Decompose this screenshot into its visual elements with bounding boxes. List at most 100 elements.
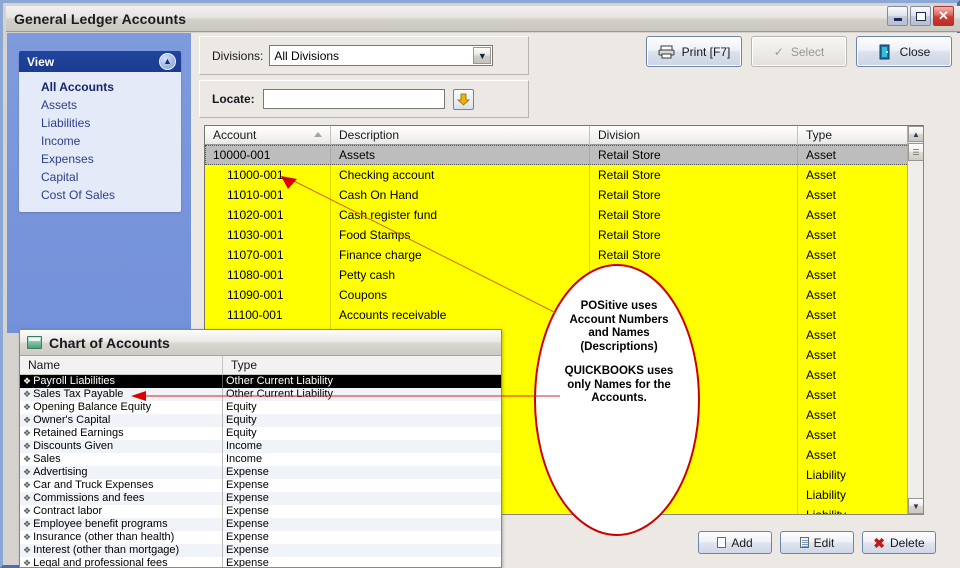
list-item[interactable]: ❖ Advertising Expense bbox=[20, 466, 501, 479]
coa-cell-name: ❖ Legal and professional fees bbox=[20, 557, 223, 567]
list-item[interactable]: ❖ Insurance (other than health) Expense bbox=[20, 531, 501, 544]
diamond-bullet-icon: ❖ bbox=[23, 376, 32, 386]
cell-description: Checking account bbox=[331, 165, 590, 185]
table-row[interactable]: 11020-001 Cash register fund Retail Store A… bbox=[205, 205, 923, 225]
list-item[interactable]: ❖ Car and Truck Expenses Expense bbox=[20, 479, 501, 492]
list-item[interactable]: ❖ Sales Tax Payable Other Current Liabilit… bbox=[20, 388, 501, 401]
exit-door-icon bbox=[879, 44, 890, 59]
divisions-bar: Divisions: All Divisions ▼ bbox=[199, 36, 529, 75]
list-item[interactable]: ❖ Retained Earnings Equity bbox=[20, 427, 501, 440]
list-item[interactable]: ❖ Discounts Given Income bbox=[20, 440, 501, 453]
list-item[interactable]: ❖ Owner's Capital Equity bbox=[20, 414, 501, 427]
coa-header-row: Name Type bbox=[20, 355, 501, 375]
locate-input[interactable] bbox=[262, 89, 445, 109]
delete-button[interactable]: ✖ Delete bbox=[862, 531, 936, 554]
table-row[interactable]: 11080-001 Petty cash Asset bbox=[205, 265, 923, 285]
sidebar-item-all-accounts[interactable]: All Accounts bbox=[19, 78, 181, 96]
scroll-down-button[interactable]: ▼ bbox=[908, 498, 923, 514]
list-item[interactable]: ❖ Employee benefit programs Expense bbox=[20, 518, 501, 531]
check-icon: ✓ bbox=[773, 44, 784, 59]
cell-division bbox=[590, 505, 798, 514]
coa-column-header-name[interactable]: Name bbox=[20, 355, 223, 375]
list-item[interactable]: ❖ Sales Income bbox=[20, 453, 501, 466]
close-button-label: Close bbox=[899, 44, 931, 59]
sidebar-item-cost-of-sales[interactable]: Cost Of Sales bbox=[19, 186, 181, 204]
add-button[interactable]: Add bbox=[698, 531, 772, 554]
sidebar-item-expenses[interactable]: Expenses bbox=[19, 150, 181, 168]
divisions-selected-value: All Divisions bbox=[274, 48, 340, 63]
sidebar-item-capital[interactable]: Capital bbox=[19, 168, 181, 186]
cell-description: Cash On Hand bbox=[331, 185, 590, 205]
select-button-label: Select bbox=[790, 44, 825, 59]
cell-division: Retail Store bbox=[590, 165, 798, 185]
cell-description: Assets bbox=[331, 145, 590, 165]
locate-go-button[interactable] bbox=[452, 88, 474, 110]
close-button[interactable]: Close bbox=[856, 36, 952, 67]
coa-cell-type: Income bbox=[226, 440, 263, 452]
diamond-bullet-icon: ❖ bbox=[23, 389, 32, 399]
cell-description: Food Stamps bbox=[331, 225, 590, 245]
list-item[interactable]: ❖ Contract labor Expense bbox=[20, 505, 501, 518]
scrollbar-thumb[interactable]: ☰ bbox=[908, 143, 923, 161]
cell-description: Cash register fund bbox=[331, 205, 590, 225]
list-item[interactable]: ❖ Legal and professional fees Expense bbox=[20, 557, 501, 568]
column-header-type[interactable]: Type bbox=[798, 126, 910, 145]
table-row[interactable]: 10000-001 Assets Retail Store Asset bbox=[205, 145, 923, 165]
coa-cell-type: Equity bbox=[226, 427, 257, 439]
divisions-dropdown[interactable]: All Divisions ▼ bbox=[269, 45, 494, 66]
callout-p2-l3: Accounts. bbox=[591, 392, 647, 405]
minimize-button[interactable] bbox=[887, 6, 908, 26]
coa-column-header-type[interactable]: Type bbox=[223, 356, 501, 375]
cell-description: Petty cash bbox=[331, 265, 590, 285]
scroll-up-button[interactable]: ▲ bbox=[908, 126, 923, 142]
cell-type: Asset bbox=[806, 308, 837, 322]
list-item[interactable]: ❖ Interest (other than mortgage) Expense bbox=[20, 544, 501, 557]
maximize-button[interactable] bbox=[910, 6, 931, 26]
cell-division: Retail Store bbox=[590, 205, 798, 225]
window-title: General Ledger Accounts bbox=[14, 10, 187, 27]
title-bar: General Ledger Accounts bbox=[6, 6, 960, 32]
record-action-buttons: Add Edit ✖ Delete bbox=[698, 531, 936, 554]
cell-type: Asset bbox=[806, 168, 837, 182]
coa-cell-name: ❖ Interest (other than mortgage) bbox=[20, 544, 223, 557]
close-window-button[interactable]: ✕ bbox=[933, 6, 954, 26]
cell-type: Asset bbox=[806, 268, 837, 282]
sidebar-item-assets[interactable]: Assets bbox=[19, 96, 181, 114]
table-row[interactable]: 11070-001 Finance charge Retail Store Asset bbox=[205, 245, 923, 265]
diamond-bullet-icon: ❖ bbox=[23, 402, 32, 412]
chevron-down-icon[interactable]: ▼ bbox=[473, 47, 492, 64]
view-panel-header: View ▲ bbox=[19, 51, 181, 72]
table-row[interactable]: 11010-001 Cash On Hand Retail Store Asset bbox=[205, 185, 923, 205]
cell-description: Finance charge bbox=[331, 245, 590, 265]
cell-type: Asset bbox=[806, 368, 837, 382]
select-button[interactable]: ✓ Select bbox=[751, 36, 847, 67]
callout-p2-l2: only Names for the bbox=[567, 378, 671, 391]
list-item[interactable]: ❖ Payroll Liabilities Other Current Liabil… bbox=[20, 375, 501, 388]
print-button[interactable]: Print [F7] bbox=[646, 36, 742, 67]
chart-of-accounts-window: Chart of Accounts Name Type ❖ Payroll Lia… bbox=[19, 329, 502, 568]
list-item[interactable]: ❖ Opening Balance Equity Equity bbox=[20, 401, 501, 414]
cell-type: Asset bbox=[806, 208, 837, 222]
table-row[interactable]: 11030-001 Food Stamps Retail Store Asset bbox=[205, 225, 923, 245]
sidebar-item-income[interactable]: Income bbox=[19, 132, 181, 150]
chevron-up-icon[interactable]: ▲ bbox=[159, 53, 176, 70]
diamond-bullet-icon: ❖ bbox=[23, 428, 32, 438]
grid-vertical-scrollbar[interactable]: ▲ ☰ ▼ bbox=[907, 126, 923, 514]
minimize-icon bbox=[893, 17, 902, 21]
delete-x-icon: ✖ bbox=[873, 534, 886, 551]
diamond-bullet-icon: ❖ bbox=[23, 467, 32, 477]
cell-type: Liability bbox=[806, 508, 847, 515]
column-header-division[interactable]: Division bbox=[590, 126, 798, 145]
callout-p1: POSitive uses Account Numbers and Names … bbox=[548, 300, 690, 354]
sidebar-item-liabilities[interactable]: Liabilities bbox=[19, 114, 181, 132]
cell-type: Asset bbox=[806, 328, 837, 342]
sort-ascending-icon bbox=[314, 131, 322, 137]
callout-p2-l1: QUICKBOOKS uses bbox=[564, 365, 674, 378]
coa-title-bar: Chart of Accounts bbox=[20, 330, 501, 356]
list-item[interactable]: ❖ Commissions and fees Expense bbox=[20, 492, 501, 505]
column-header-account[interactable]: Account bbox=[205, 126, 331, 145]
coa-cell-type: Expense bbox=[226, 557, 269, 568]
table-row[interactable]: 11000-001 Checking account Retail Store Ass… bbox=[205, 165, 923, 185]
column-header-description[interactable]: Description bbox=[331, 126, 590, 145]
edit-button[interactable]: Edit bbox=[780, 531, 854, 554]
